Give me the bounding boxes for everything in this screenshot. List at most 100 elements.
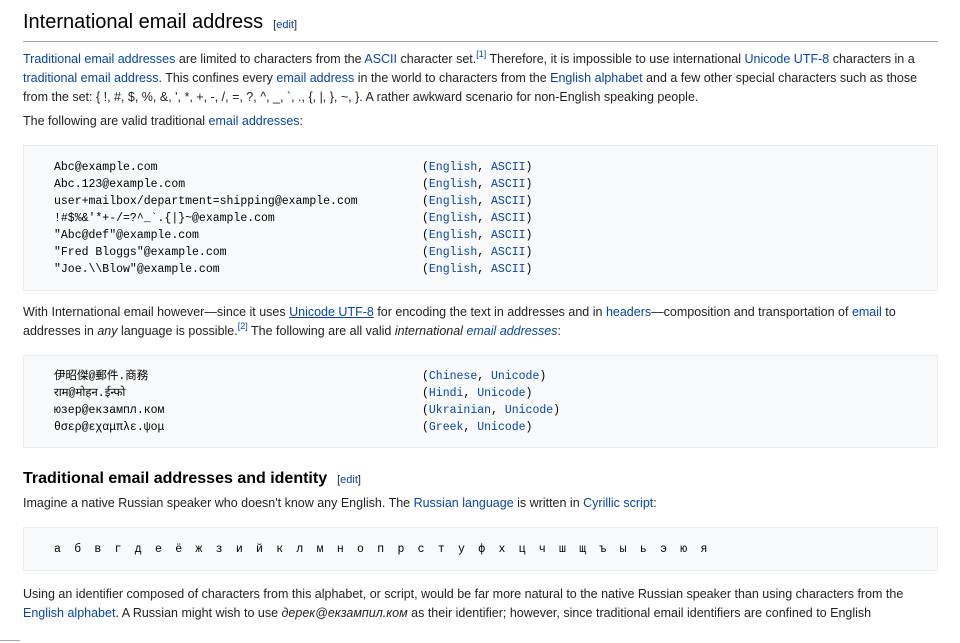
ref-2[interactable]: [2] xyxy=(238,321,248,331)
example-row: !#$%&'*+-/=?^_`.{|}~@example.com (English… xyxy=(54,210,937,227)
language-link[interactable]: English xyxy=(429,178,477,191)
link-text[interactable]: email addresses xyxy=(466,324,557,338)
link-email[interactable]: email xyxy=(852,305,882,319)
example-address: Abc@example.com xyxy=(54,161,158,174)
paren: ) xyxy=(525,246,533,259)
paren: ( xyxy=(422,229,429,242)
language-link[interactable]: Chinese xyxy=(429,370,477,383)
language-link[interactable]: Ukrainian xyxy=(429,404,491,417)
example-address: "Fred Bloggs"@example.com xyxy=(54,246,227,259)
text: Using an identifier composed of characte… xyxy=(23,587,904,601)
separator: , xyxy=(477,195,492,208)
example-tag: (English, ASCII) xyxy=(422,210,532,227)
link-unicode-utf8[interactable]: Unicode UTF-8 xyxy=(744,52,829,66)
link-email-addresses[interactable]: email addresses xyxy=(209,114,300,128)
paren: ) xyxy=(525,263,533,276)
example-address: user+mailbox/department=shipping@example… xyxy=(54,195,358,208)
separator: , xyxy=(463,421,478,434)
example-address: 伊昭傑@郵件.商務 xyxy=(54,370,149,383)
paren: ) xyxy=(525,421,533,434)
link-traditional-email-addresses[interactable]: Traditional email addresses xyxy=(23,52,175,66)
example-address: "Joe.\\Blow"@example.com xyxy=(54,263,220,276)
link-traditional-email-address[interactable]: traditional email address xyxy=(23,71,159,85)
edit-link-text[interactable]: edit xyxy=(276,19,294,31)
text: as their identifier; however, since trad… xyxy=(407,606,872,620)
separator: , xyxy=(463,387,478,400)
text: Imagine a native Russian speaker who doe… xyxy=(23,496,414,510)
charset-link[interactable]: ASCII xyxy=(491,178,526,191)
separator: , xyxy=(491,404,505,417)
separator: , xyxy=(477,161,492,174)
example-tag: (Greek, Unicode) xyxy=(422,419,532,436)
emphasis-russian-address: дерек@екзампил.ком xyxy=(281,606,408,620)
example-address: राम@मोहन.ईन्फो xyxy=(54,387,126,400)
language-link[interactable]: English xyxy=(429,195,477,208)
paren: ) xyxy=(525,195,533,208)
separator: , xyxy=(477,178,492,191)
text: —composition and transportation of xyxy=(651,305,852,319)
international-examples-block: 伊昭傑@郵件.商務 (Chinese, Unicode) राम@मोहन.ईन्फ… xyxy=(23,355,938,448)
heading-text: International email address xyxy=(23,11,264,33)
paren: ( xyxy=(422,263,429,276)
example-row: 伊昭傑@郵件.商務 (Chinese, Unicode) xyxy=(54,368,937,385)
paren: ( xyxy=(422,387,429,400)
example-row: user+mailbox/department=shipping@example… xyxy=(54,193,937,210)
charset-link[interactable]: Unicode xyxy=(477,421,525,434)
text: Therefore, it is impossible to use inter… xyxy=(486,52,745,66)
charset-link[interactable]: ASCII xyxy=(491,229,526,242)
emphasis-international: international xyxy=(394,324,463,338)
example-tag: (Ukrainian, Unicode) xyxy=(422,402,560,419)
paren: ( xyxy=(422,161,429,174)
charset-link[interactable]: ASCII xyxy=(491,212,526,225)
link-headers[interactable]: headers xyxy=(606,305,651,319)
ref-1[interactable]: [1] xyxy=(476,49,486,59)
charset-link[interactable]: Unicode xyxy=(491,370,539,383)
language-link[interactable]: Greek xyxy=(429,421,464,434)
text: in the world to characters from the xyxy=(354,71,551,85)
link-ascii[interactable]: ASCII xyxy=(364,52,397,66)
link-email-addresses-italic[interactable]: email addresses xyxy=(466,324,557,338)
language-link[interactable]: English xyxy=(429,263,477,276)
charset-link[interactable]: ASCII xyxy=(491,246,526,259)
link-email-address[interactable]: email address xyxy=(276,71,354,85)
paren: ) xyxy=(525,229,533,242)
text: : xyxy=(299,114,304,128)
language-link[interactable]: English xyxy=(429,212,477,225)
separator: , xyxy=(477,263,492,276)
paren: ) xyxy=(525,212,533,225)
cyrillic-alphabet-block: а б в г д е ё ж з и й к л м н о п р с т … xyxy=(23,527,938,571)
language-link[interactable]: Hindi xyxy=(429,387,464,400)
example-row: θσερ@εχαμπλε.ψομ (Greek, Unicode) xyxy=(54,419,937,436)
language-link[interactable]: English xyxy=(429,229,477,242)
identifier-paragraph: Using an identifier composed of characte… xyxy=(23,585,938,623)
paren: ( xyxy=(422,421,429,434)
paren: ) xyxy=(525,161,533,174)
link-russian-language[interactable]: Russian language xyxy=(414,496,514,510)
paren: ) xyxy=(539,370,547,383)
language-link[interactable]: English xyxy=(429,246,477,259)
text: is written in xyxy=(513,496,584,510)
link-english-alphabet-2[interactable]: English alphabet xyxy=(23,606,115,620)
link-cyrillic-script[interactable]: Cyrillic script xyxy=(583,496,653,510)
example-tag: (English, ASCII) xyxy=(422,159,532,176)
edit-link-text[interactable]: edit xyxy=(340,474,358,486)
text: : xyxy=(557,324,561,338)
link-unicode-utf8-2[interactable]: Unicode UTF-8 xyxy=(289,305,374,319)
edit-section-link[interactable]: [edit] xyxy=(337,474,361,486)
language-link[interactable]: English xyxy=(429,161,477,174)
charset-link[interactable]: ASCII xyxy=(491,161,526,174)
link-english-alphabet[interactable]: English alphabet xyxy=(550,71,642,85)
text: character set. xyxy=(397,52,477,66)
example-address: Abc.123@example.com xyxy=(54,178,186,191)
charset-link[interactable]: ASCII xyxy=(491,195,526,208)
edit-section-link[interactable]: [edit] xyxy=(273,19,297,31)
charset-link[interactable]: Unicode xyxy=(477,387,525,400)
paren: ( xyxy=(422,195,429,208)
text: for encoding the text in addresses and i… xyxy=(373,305,606,319)
charset-link[interactable]: ASCII xyxy=(491,263,526,276)
article-content: International email address [edit] Tradit… xyxy=(23,0,938,623)
international-paragraph: With International email however—since i… xyxy=(23,303,938,341)
example-row: Abc.123@example.com (English, ASCII) xyxy=(54,176,937,193)
charset-link[interactable]: Unicode xyxy=(505,404,553,417)
example-tag: (English, ASCII) xyxy=(422,244,532,261)
